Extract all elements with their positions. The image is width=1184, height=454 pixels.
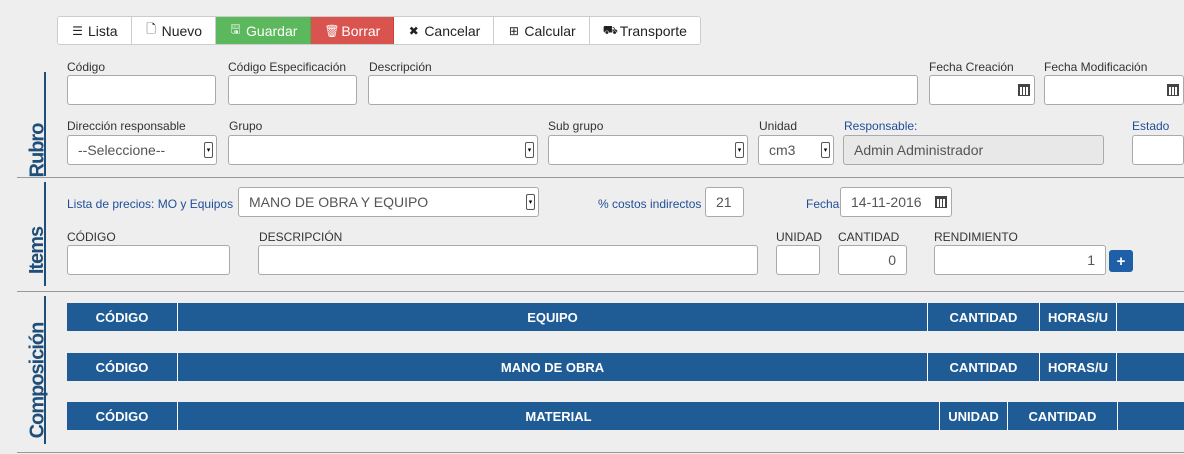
fecha-input[interactable]: 14-11-2016: [840, 187, 952, 217]
mano-obra-table-header: CÓDIGO MANO DE OBRA CANTIDAD HORAS/U: [67, 353, 1184, 381]
descripcion-input[interactable]: [368, 75, 918, 105]
material-table-header: CÓDIGO MATERIAL UNIDAD CANTIDAD: [67, 402, 1184, 430]
composicion-section-label: Composición: [26, 322, 49, 438]
codigo-label: Código: [67, 60, 106, 74]
borrar-button[interactable]: 🗑 Borrar: [311, 17, 395, 44]
item-rendimiento-label: RENDIMIENTO: [934, 230, 1018, 244]
calendar-icon: [1167, 84, 1179, 96]
calcular-button[interactable]: ⊞ Calcular: [494, 17, 590, 44]
guardar-button[interactable]: 🖫 Guardar: [216, 17, 312, 44]
chevron-down-icon: ▾: [525, 142, 534, 158]
rubro-section-label: Rubro: [26, 123, 49, 177]
header-cantidad: CANTIDAD: [1008, 402, 1118, 430]
save-icon: 🖫: [230, 22, 241, 36]
estado-input[interactable]: [1132, 135, 1184, 165]
cancelar-button[interactable]: ✖ Cancelar: [394, 17, 495, 44]
codigo-input[interactable]: [67, 75, 216, 105]
item-unidad-input[interactable]: [776, 245, 820, 275]
chevron-down-icon: ▾: [204, 142, 213, 158]
section-divider: [17, 177, 1184, 178]
header-codigo: CÓDIGO: [67, 402, 178, 430]
codigo-especificacion-label: Código Especificación: [228, 60, 347, 74]
nuevo-button[interactable]: 🗋 Nuevo: [131, 17, 217, 44]
lista-precios-label: Lista de precios: MO y Equipos: [67, 197, 234, 211]
section-divider: [17, 291, 1184, 292]
truck-icon: ⛟: [602, 22, 618, 37]
descripcion-label: Descripción: [369, 60, 432, 74]
fecha-modificacion-label: Fecha Modificación: [1044, 60, 1148, 74]
item-descripcion-label: DESCRIPCIÓN: [259, 230, 343, 244]
transporte-button[interactable]: ⛟ Transporte: [589, 17, 700, 44]
header-codigo: CÓDIGO: [67, 353, 178, 381]
close-icon: ✖: [408, 23, 419, 38]
header-equipo: EQUIPO: [178, 303, 928, 331]
header-extra: [1118, 402, 1184, 430]
header-cantidad: CANTIDAD: [928, 353, 1040, 381]
grupo-select[interactable]: ▾: [228, 135, 538, 165]
bottom-divider: [17, 452, 1184, 453]
equipo-table-header: CÓDIGO EQUIPO CANTIDAD HORAS/U: [67, 303, 1184, 331]
grupo-label: Grupo: [229, 119, 263, 133]
costos-indirectos-label: % costos indirectos: [598, 197, 702, 211]
calendar-icon: [935, 196, 947, 208]
subgrupo-select[interactable]: ▾: [548, 135, 748, 165]
trash-icon: 🗑: [324, 23, 340, 38]
item-cantidad-label: CANTIDAD: [838, 230, 900, 244]
file-icon: 🗋: [146, 22, 156, 36]
item-unidad-label: UNIDAD: [776, 230, 823, 244]
header-horas-u: HORAS/U: [1040, 353, 1117, 381]
unidad-select[interactable]: cm3 ▾: [758, 135, 834, 165]
items-section-label: Items: [26, 226, 49, 274]
add-item-button[interactable]: +: [1109, 250, 1133, 272]
subgrupo-label: Sub grupo: [548, 119, 604, 133]
unidad-label: Unidad: [759, 119, 798, 133]
chevron-down-icon: ▾: [526, 194, 535, 210]
responsable-input: Admin Administrador: [843, 135, 1104, 165]
header-cantidad: CANTIDAD: [928, 303, 1040, 331]
chevron-down-icon: ▾: [735, 142, 744, 158]
item-rendimiento-input[interactable]: 1: [934, 245, 1106, 275]
estado-label: Estado: [1132, 119, 1170, 133]
header-extra: [1117, 353, 1184, 381]
fecha-creacion-label: Fecha Creación: [929, 60, 1014, 74]
header-extra: [1117, 303, 1184, 331]
item-descripcion-input[interactable]: [258, 245, 758, 275]
item-codigo-label: CÓDIGO: [67, 230, 116, 244]
costos-indirectos-input[interactable]: 21: [705, 187, 744, 217]
header-mano-obra: MANO DE OBRA: [178, 353, 928, 381]
header-material: MATERIAL: [178, 402, 940, 430]
list-icon: ☰: [72, 23, 83, 38]
toolbar: ☰ Lista 🗋 Nuevo 🖫 Guardar 🗑 Borrar ✖ Cancelar…: [57, 16, 701, 45]
responsable-label: Responsable:: [844, 119, 918, 133]
header-horas-u: HORAS/U: [1040, 303, 1117, 331]
direccion-responsable-label: Dirección responsable: [67, 119, 186, 133]
fecha-creacion-input[interactable]: [929, 75, 1035, 105]
item-codigo-input[interactable]: [67, 245, 230, 275]
lista-button[interactable]: ☰ Lista: [58, 17, 132, 44]
direccion-responsable-select[interactable]: --Seleccione-- ▾: [67, 135, 217, 165]
calendar-icon: [1018, 84, 1030, 96]
fecha-modificacion-input[interactable]: [1044, 75, 1184, 105]
header-unidad: UNIDAD: [940, 402, 1008, 430]
header-codigo: CÓDIGO: [67, 303, 178, 331]
table-icon: ⊞: [508, 23, 519, 38]
fecha-label: Fecha: [806, 197, 840, 211]
chevron-down-icon: ▾: [821, 142, 830, 158]
item-cantidad-input[interactable]: 0: [838, 245, 907, 275]
lista-precios-select[interactable]: MANO DE OBRA Y EQUIPO ▾: [238, 187, 539, 217]
codigo-especificacion-input[interactable]: [228, 75, 357, 105]
